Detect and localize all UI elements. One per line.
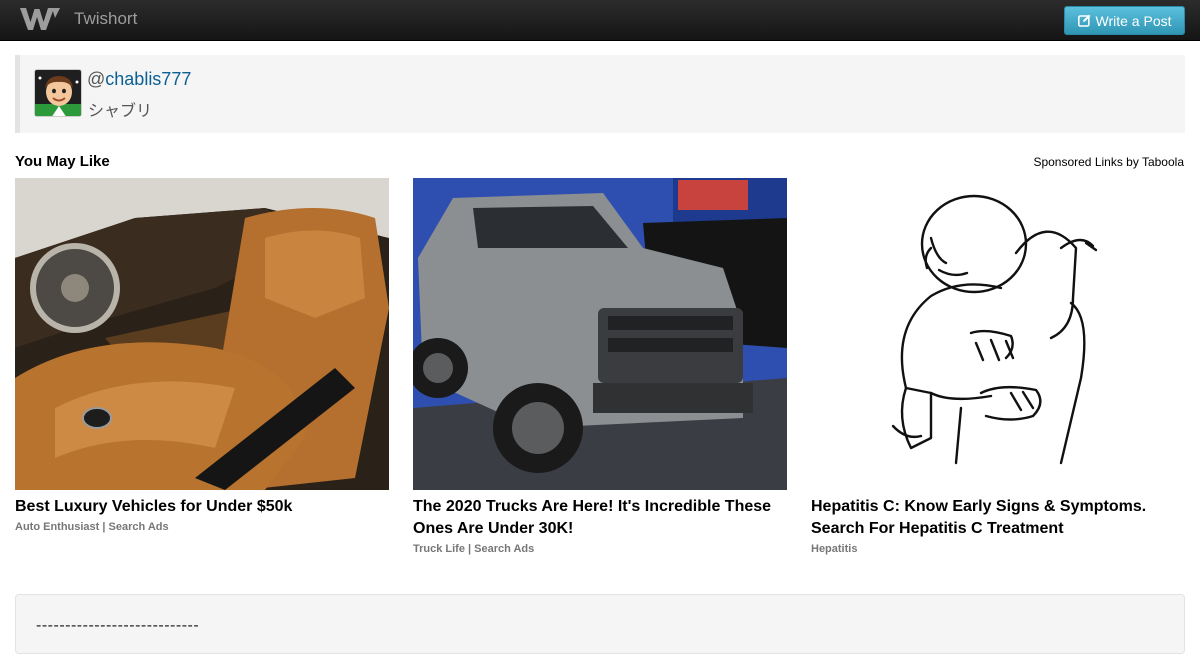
recommendation-card[interactable]: Hepatitis C: Know Early Signs & Symptoms… (811, 178, 1185, 555)
post-content-box: ---------------------------- (15, 594, 1185, 654)
truck-image[interactable] (413, 178, 787, 490)
avatar-image (35, 70, 81, 116)
sponsored-links-label[interactable]: Sponsored Links by Taboola (1033, 155, 1184, 169)
write-post-button[interactable]: Write a Post (1064, 6, 1185, 35)
recommendation-headline[interactable]: Hepatitis C: Know Early Signs & Symptoms… (811, 496, 1185, 540)
twishort-logo-icon (20, 8, 60, 30)
itching-man-illustration[interactable] (811, 178, 1185, 490)
at-symbol: @ (87, 69, 106, 89)
recommendation-headline[interactable]: The 2020 Trucks Are Here! It's Incredibl… (413, 496, 787, 540)
post-text: ---------------------------- (36, 617, 200, 634)
you-may-like-heading: You May Like (15, 153, 110, 170)
car-interior-image[interactable] (15, 178, 389, 490)
recommendation-card[interactable]: Best Luxury Vehicles for Under $50k Auto… (15, 178, 389, 533)
display-name: シャブリ (88, 103, 153, 120)
author-card: @chablis777 シャブリ (15, 55, 1185, 133)
avatar[interactable] (34, 69, 82, 117)
top-navbar: Twishort Write a Post (0, 0, 1200, 41)
recommendation-source: Truck Life | Search Ads (413, 543, 535, 555)
brand-name: Twishort (74, 9, 138, 28)
brand[interactable]: Twishort (18, 5, 137, 33)
recommendation-headline[interactable]: Best Luxury Vehicles for Under $50k (15, 496, 389, 518)
username-handle[interactable]: chablis777 (105, 69, 191, 89)
recommendation-source: Auto Enthusiast | Search Ads (15, 521, 169, 533)
edit-icon (1077, 14, 1090, 27)
username-link[interactable]: @chablis777 (87, 69, 191, 90)
recommendation-source: Hepatitis (811, 543, 858, 555)
write-post-label: Write a Post (1095, 12, 1172, 29)
recommendation-card[interactable]: The 2020 Trucks Are Here! It's Incredibl… (413, 178, 787, 555)
